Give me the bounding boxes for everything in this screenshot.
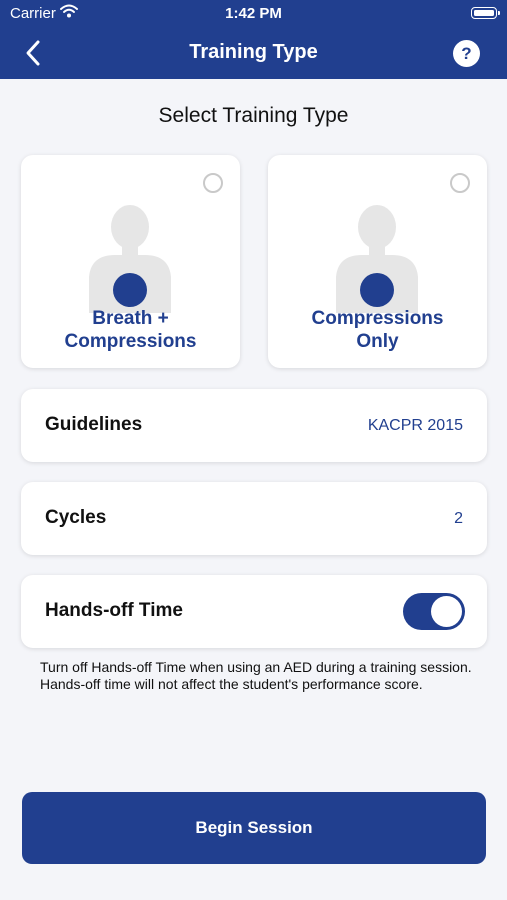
radio-button[interactable] [203, 173, 223, 193]
battery-icon [471, 7, 500, 19]
guidelines-label: Guidelines [45, 414, 143, 435]
begin-session-button[interactable]: Begin Session [22, 792, 486, 864]
hands-off-row: Hands-off Time [21, 575, 487, 648]
manikin-icon [89, 205, 171, 313]
hands-off-label: Hands-off Time [45, 600, 183, 621]
radio-button[interactable] [450, 173, 470, 193]
toggle-knob [431, 596, 462, 627]
manikin-icon [336, 205, 418, 313]
hands-off-toggle[interactable] [403, 593, 465, 630]
status-bar: Carrier 1:42 PM [0, 0, 507, 28]
training-type-label: Compressions Only [268, 307, 487, 353]
guidelines-value: KACPR 2015 [367, 417, 463, 434]
status-time: 1:42 PM [225, 5, 282, 22]
training-type-label-line1: Compressions [311, 308, 444, 329]
section-title: Select Training Type [158, 104, 349, 127]
training-type-label-line1: Breath + [92, 308, 169, 329]
training-type-label-line2: Compressions [64, 331, 197, 352]
cycles-row[interactable]: Cycles 2 [21, 482, 487, 555]
training-type-breath-compressions[interactable]: Breath + Compressions [21, 155, 240, 368]
guidelines-row[interactable]: Guidelines KACPR 2015 [21, 389, 487, 462]
page-title: Training Type [189, 41, 318, 63]
nav-header: Carrier 1:42 PM Training Type ? [0, 0, 507, 79]
help-button[interactable]: ? [453, 40, 480, 67]
training-type-label-line2: Only [356, 331, 399, 352]
cycles-value: 2 [454, 510, 463, 527]
cycles-label: Cycles [45, 507, 107, 528]
training-type-compressions-only[interactable]: Compressions Only [268, 155, 487, 368]
training-type-label: Breath + Compressions [21, 307, 240, 353]
hands-off-note: Turn off Hands-off Time when using an AE… [40, 659, 472, 692]
